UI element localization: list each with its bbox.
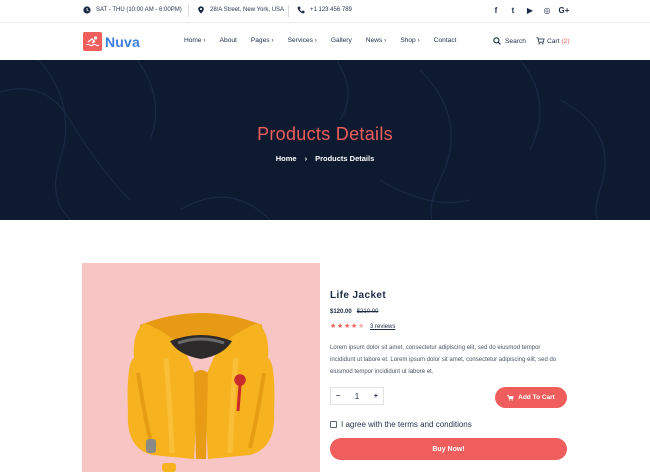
quantity-stepper: − 1 + <box>330 387 384 405</box>
nav-news[interactable]: News › <box>366 37 387 44</box>
star-icon: ★ <box>337 323 344 330</box>
phone-text: +1 123 456 789 <box>310 7 352 13</box>
reviews-link[interactable]: 3 reviews <box>370 324 395 330</box>
star-rating: ★ ★ ★ ★ ★ <box>330 323 365 330</box>
twitter-icon[interactable]: t <box>509 6 517 15</box>
half-star-icon: ★ <box>358 323 365 330</box>
star-icon: ★ <box>344 323 351 330</box>
nav-services[interactable]: Services › <box>288 37 317 44</box>
product-description: Lorem ipsum dolor sit amet, consectetur … <box>330 345 557 375</box>
google-plus-icon[interactable]: G+ <box>559 6 570 15</box>
star-icon: ★ <box>330 323 337 330</box>
instagram-icon[interactable]: ◎ <box>543 6 551 15</box>
top-info-bar: SAT - THU (10:00 AM - 6:00PM) 28/A Stree… <box>0 0 650 23</box>
life-jacket-image <box>127 313 275 472</box>
cart-label: Cart <box>547 37 560 45</box>
product-image[interactable] <box>82 263 320 472</box>
old-price: $210.00 <box>356 309 379 315</box>
phone-icon <box>297 6 305 14</box>
buy-now-button[interactable]: Buy Now! <box>330 438 567 460</box>
breadcrumb-current: Products Details <box>315 154 375 163</box>
search-button[interactable]: Search <box>493 37 526 45</box>
quantity-value[interactable]: 1 <box>355 392 359 401</box>
logo-text: Nuva <box>105 33 141 50</box>
nav-pages[interactable]: Pages › <box>251 37 274 44</box>
add-to-cart-label: Add To Cart <box>518 394 555 401</box>
search-label: Search <box>505 37 526 45</box>
cart-count-badge: (2) <box>561 37 570 45</box>
current-price: $120.00 <box>330 309 352 315</box>
main-header: Nuva Home › About Pages › Services › Gal… <box>0 23 650 60</box>
search-icon <box>493 37 501 45</box>
terms-checkbox[interactable] <box>330 421 337 428</box>
main-nav: Home › About Pages › Services › Gallery … <box>184 37 470 44</box>
address-info: 28/A Street, New York, USA <box>197 6 284 14</box>
nav-shop[interactable]: Shop › <box>400 37 419 44</box>
page-banner: Products Details Home › Products Details <box>0 60 650 220</box>
increase-quantity-button[interactable]: + <box>374 393 378 400</box>
star-icon: ★ <box>351 323 358 330</box>
map-pin-icon <box>198 6 204 14</box>
nav-home[interactable]: Home › <box>184 37 206 44</box>
cart-icon <box>536 37 545 45</box>
nav-contact[interactable]: Contact <box>434 37 457 44</box>
nav-gallery[interactable]: Gallery <box>331 37 352 44</box>
terms-label: I agree with the terms and conditions <box>341 420 472 429</box>
product-price: $120.00 $210.00 <box>330 309 378 315</box>
product-rating: ★ ★ ★ ★ ★ 3 reviews <box>330 323 395 330</box>
decrease-quantity-button[interactable]: − <box>336 393 340 400</box>
swimmer-logo-icon <box>83 32 102 51</box>
hours-info: SAT - THU (10:00 AM - 6:00PM) <box>83 6 182 14</box>
breadcrumb-separator-icon: › <box>304 154 308 163</box>
terms-agreement[interactable]: I agree with the terms and conditions <box>330 420 472 429</box>
nav-about[interactable]: About <box>220 37 237 44</box>
address-text: 28/A Street, New York, USA <box>210 7 285 13</box>
breadcrumb: Home › Products Details <box>0 154 650 163</box>
breadcrumb-home[interactable]: Home <box>276 154 297 163</box>
divider <box>188 5 189 17</box>
site-logo[interactable]: Nuva <box>83 32 140 51</box>
page-title: Products Details <box>257 124 393 144</box>
cart-button[interactable]: Cart (2) <box>536 37 570 45</box>
facebook-icon[interactable]: f <box>492 6 500 15</box>
social-links: f t ▶ ◎ G+ <box>492 6 570 15</box>
product-name: Life Jacket <box>330 290 387 301</box>
divider <box>288 5 289 17</box>
clock-icon <box>83 6 91 14</box>
add-to-cart-button[interactable]: Add To Cart <box>495 387 567 408</box>
hours-text: SAT - THU (10:00 AM - 6:00PM) <box>96 7 182 13</box>
youtube-icon[interactable]: ▶ <box>526 6 534 15</box>
cart-icon <box>507 394 514 401</box>
phone-info: +1 123 456 789 <box>297 6 352 14</box>
